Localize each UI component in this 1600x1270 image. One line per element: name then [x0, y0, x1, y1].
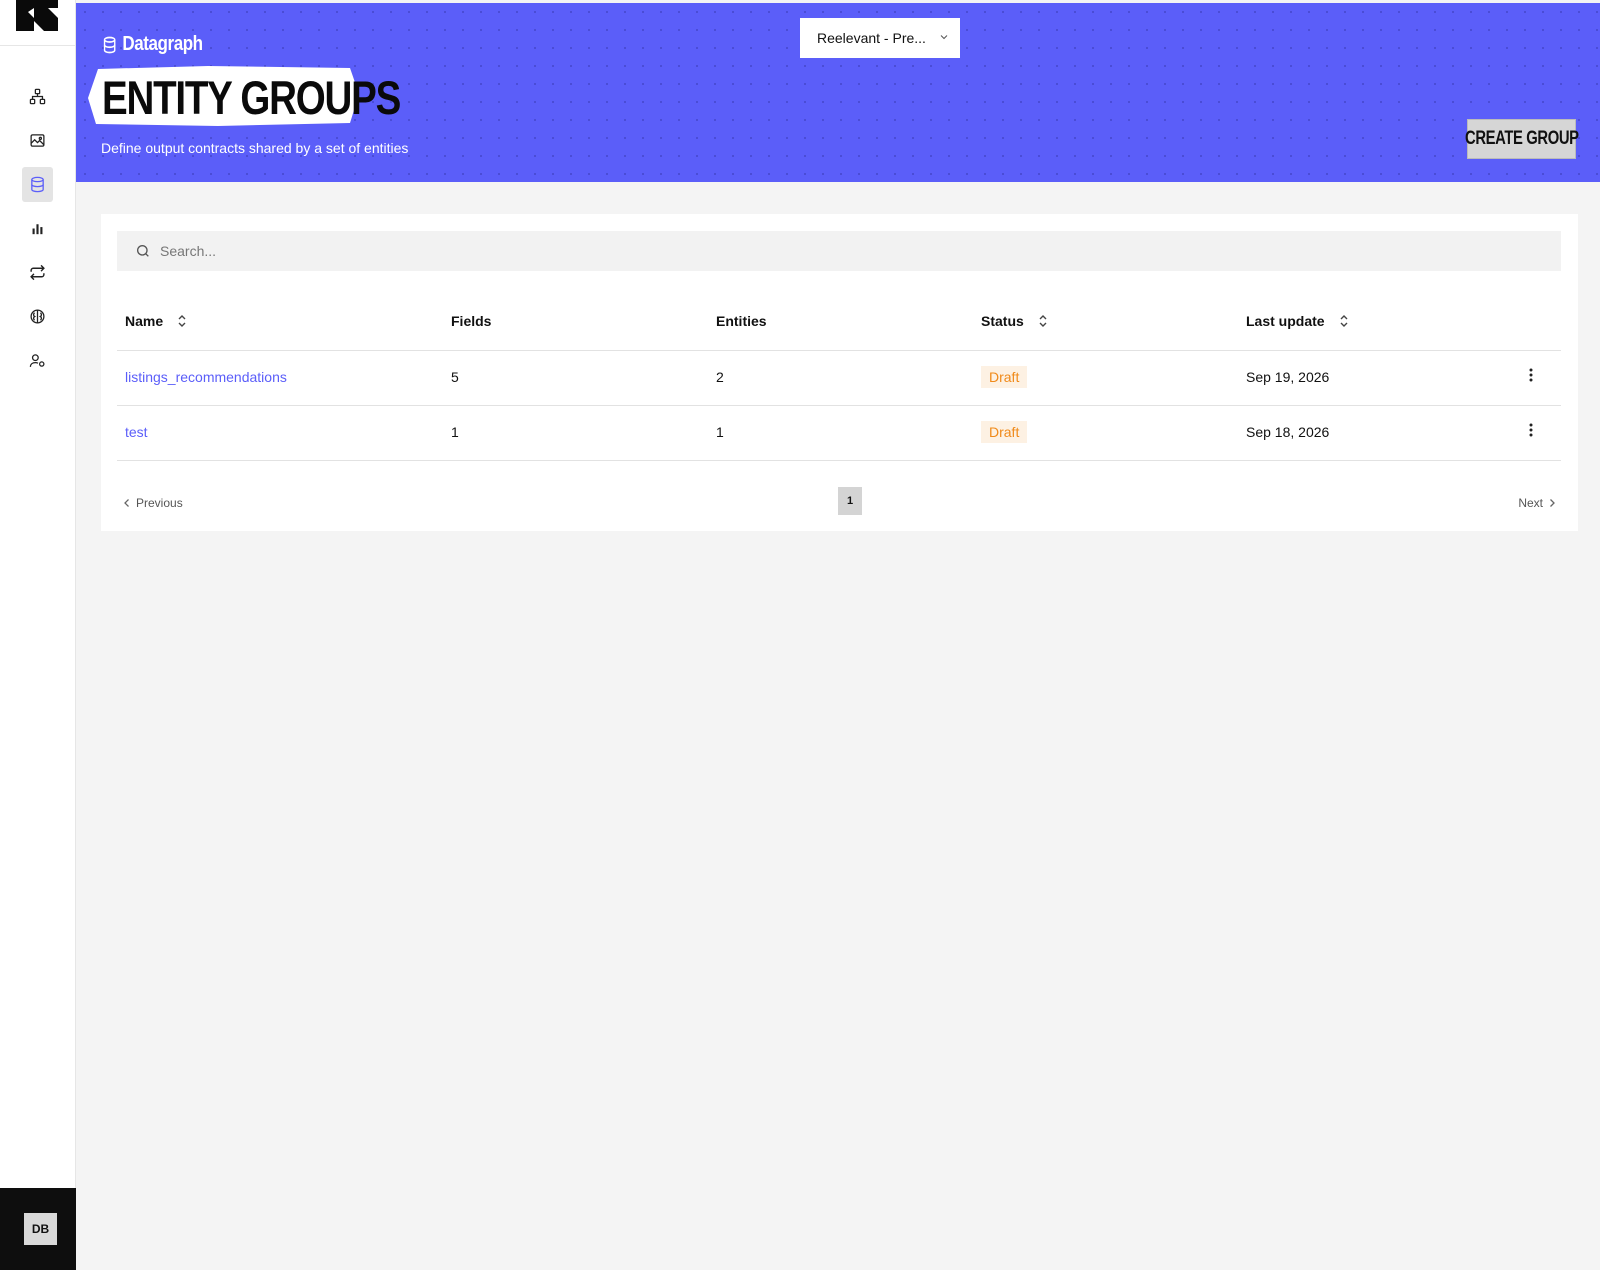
column-label: Status — [981, 313, 1024, 329]
column-label: Last update — [1246, 313, 1325, 329]
column-header-last-update[interactable]: Last update — [1246, 313, 1349, 329]
sort-icon[interactable] — [177, 313, 187, 329]
pagination-next-label: Next — [1518, 496, 1543, 510]
row-menu-button[interactable] — [1523, 365, 1539, 385]
search-bar[interactable] — [117, 231, 1561, 271]
logo-icon — [16, 0, 58, 31]
column-header-status[interactable]: Status — [981, 313, 1048, 329]
brain-icon — [30, 309, 45, 324]
sidebar-item-ai[interactable] — [22, 299, 53, 334]
user-menu[interactable]: DB — [0, 1188, 76, 1270]
sort-icon[interactable] — [1339, 313, 1349, 329]
network-icon — [29, 88, 46, 105]
column-header-entities: Entities — [716, 313, 767, 329]
page-title: ENTITY GROUPS — [88, 66, 401, 126]
divider — [117, 405, 1561, 406]
project-select[interactable]: Reelevant - Pre... — [800, 18, 960, 58]
database-icon — [103, 36, 116, 53]
entity-groups-card: Name Fields Entities Status Last update … — [101, 214, 1578, 531]
chevron-right-icon — [1550, 499, 1555, 507]
search-icon — [137, 245, 149, 257]
sidebar-item-users[interactable] — [22, 343, 53, 378]
entities-count: 1 — [716, 424, 724, 440]
breadcrumb[interactable]: Datagraph — [102, 33, 203, 56]
pagination-previous[interactable]: Previous — [123, 496, 183, 510]
column-header-name[interactable]: Name — [125, 313, 187, 329]
database-icon — [31, 176, 44, 193]
repeat-icon — [30, 264, 45, 281]
divider — [117, 350, 1561, 351]
app-logo[interactable] — [0, 0, 76, 46]
more-vertical-icon — [1529, 368, 1533, 382]
group-name-link[interactable]: listings_recommendations — [125, 369, 287, 385]
sidebar-item-analytics[interactable] — [22, 211, 53, 246]
last-update: Sep 19, 2026 — [1246, 369, 1330, 385]
sidebar-item-images[interactable] — [22, 123, 53, 158]
page-subtitle: Define output contracts shared by a set … — [101, 140, 409, 156]
sidebar-item-workflows[interactable] — [22, 255, 53, 290]
status-badge: Draft — [981, 366, 1028, 388]
user-settings-icon — [29, 354, 45, 367]
sort-icon[interactable] — [1038, 313, 1048, 329]
sidebar-item-datagraph-network[interactable] — [22, 79, 53, 114]
page-header: Datagraph ENTITY GROUPS Define output co… — [76, 3, 1600, 182]
create-group-label: CREATE GROUP — [1464, 128, 1579, 149]
divider — [117, 460, 1561, 461]
fields-count: 1 — [451, 424, 459, 440]
row-menu-button[interactable] — [1523, 420, 1539, 440]
chevron-down-icon — [940, 35, 948, 40]
sidebar: DB — [0, 0, 76, 1270]
pagination-next[interactable]: Next — [1518, 496, 1556, 510]
last-update: Sep 18, 2026 — [1246, 424, 1330, 440]
column-label: Fields — [451, 313, 492, 329]
breadcrumb-label: Datagraph — [122, 33, 203, 55]
create-group-button[interactable]: CREATE GROUP — [1464, 119, 1579, 159]
column-header-fields: Fields — [451, 313, 491, 329]
sidebar-item-entity-groups[interactable] — [22, 167, 53, 202]
image-chart-icon — [30, 134, 45, 147]
project-select-value: Reelevant - Pre... — [817, 30, 926, 46]
pagination-previous-label: Previous — [136, 496, 183, 510]
column-label: Name — [125, 313, 164, 329]
entities-count: 2 — [716, 369, 724, 385]
chevron-left-icon — [124, 499, 129, 507]
more-vertical-icon — [1529, 423, 1533, 437]
search-input[interactable] — [160, 243, 1540, 259]
fields-count: 5 — [451, 369, 459, 385]
group-name-link[interactable]: test — [125, 424, 148, 440]
pagination-page[interactable]: 1 — [838, 487, 862, 515]
page-title-text: ENTITY GROUPS — [102, 71, 401, 124]
status-badge: Draft — [981, 421, 1028, 443]
bar-chart-icon — [32, 224, 43, 235]
avatar[interactable]: DB — [24, 1213, 57, 1245]
column-label: Entities — [716, 313, 767, 329]
